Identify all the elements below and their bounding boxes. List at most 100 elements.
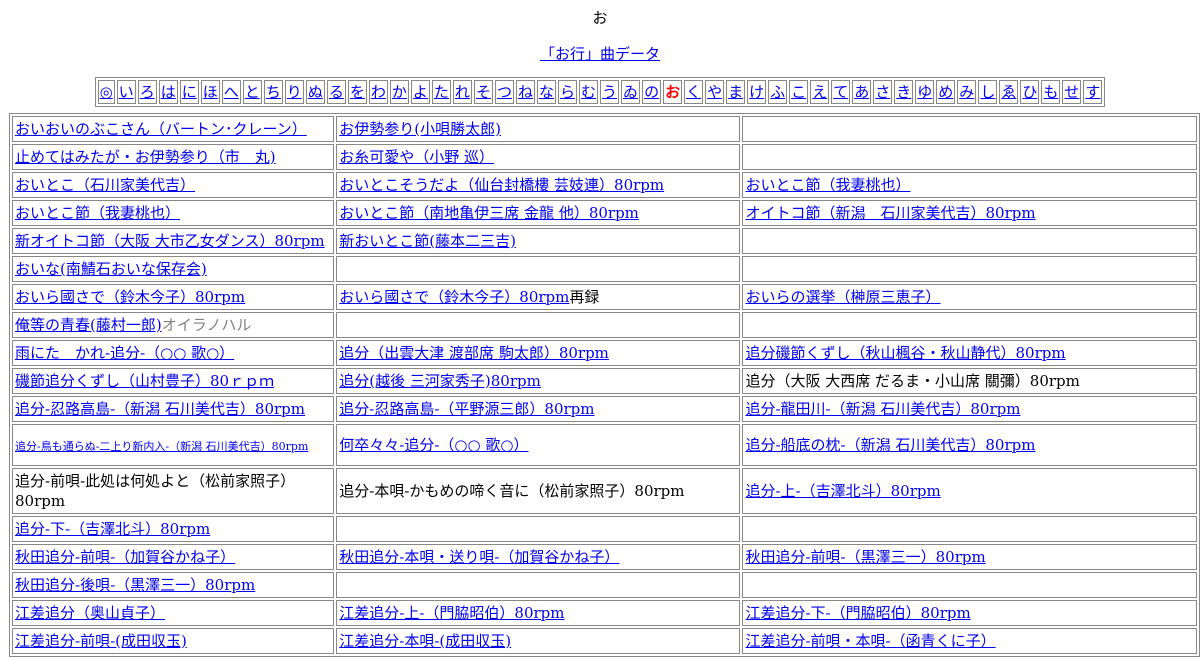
kana-nav-link[interactable]: ね [518, 83, 533, 101]
song-link[interactable]: 何卒々々-追分-（○○ 歌○） [339, 436, 528, 454]
kana-nav-link[interactable]: み [959, 83, 974, 101]
song-link[interactable]: 追分-忍路高島-（新潟 石川美代吉）80rpm [15, 400, 305, 418]
song-link[interactable]: 秋田追分-後唄-（黒澤三一）80rpm [15, 576, 255, 594]
song-link[interactable]: おいらの選挙（榊原三恵子） [745, 288, 940, 306]
song-link[interactable]: 追分-忍路高島-（平野源三郎）80rpm [339, 400, 594, 418]
kana-nav-link[interactable]: け [749, 83, 764, 101]
kana-nav-cell: む [579, 80, 599, 104]
kana-nav-link[interactable]: に [182, 83, 197, 101]
kana-nav-cell: を [347, 80, 367, 104]
song-link[interactable]: 追分-鳥も通らぬ-二上り新内入-（新潟 石川美代吉）80rpm [15, 440, 308, 453]
kana-nav-link[interactable]: そ [476, 83, 491, 101]
song-link[interactable]: 追分-龍田川-（新潟 石川美代吉）80rpm [745, 400, 1020, 418]
kana-nav-link[interactable]: ち [266, 83, 281, 101]
song-link[interactable]: 止めてはみたが・お伊勢参り（市 丸) [15, 148, 276, 166]
song-link[interactable]: 追分-船底の枕-（新潟 石川美代吉）80rpm [745, 436, 1035, 454]
song-link[interactable]: おいら國さで（鈴木今子）80rpm [339, 288, 569, 306]
kana-nav-link[interactable]: き [896, 83, 911, 101]
kana-nav-link[interactable]: つ [497, 83, 512, 101]
kana-nav-link[interactable]: よ [413, 83, 428, 101]
song-link[interactable]: 江差追分-本唄-(成田収玉) [339, 632, 511, 650]
song-link[interactable]: 追分（出雲大津 渡部席 駒太郎）80rpm [339, 344, 609, 362]
song-link[interactable]: 新おいとこ節(藤本二三吉) [339, 232, 516, 250]
kana-nav-link[interactable]: ◎ [100, 83, 113, 101]
kana-nav-link[interactable]: な [539, 83, 554, 101]
song-link[interactable]: おいとこそうだよ（仙台封橋樓 芸妓連）80rpm [339, 176, 664, 194]
song-link[interactable]: 秋田追分-本唄・送り唄-（加賀谷かね子） [339, 548, 619, 566]
kana-nav-link[interactable]: た [434, 83, 449, 101]
kana-nav-link[interactable]: や [707, 83, 722, 101]
kana-nav-link[interactable]: ろ [140, 83, 155, 101]
song-link[interactable]: 雨にた かれ-追分-（○○ 歌○） [15, 344, 234, 362]
song-link[interactable]: おいら國さで（鈴木今子）80rpm [15, 288, 245, 306]
table-cell: 磯節追分くずし（山村豊子）80ｒｐｍ [12, 368, 335, 394]
song-link[interactable]: おいとこ（石川家美代吉） [15, 176, 195, 194]
kana-nav-link[interactable]: て [833, 83, 848, 101]
song-link[interactable]: 秋田追分-前唄-（加賀谷かね子） [15, 548, 235, 566]
kana-nav-link[interactable]: へ [224, 83, 239, 101]
song-link[interactable]: 追分磯節くずし（秋山楓谷・秋山静代）80rpm [745, 344, 1065, 362]
kana-nav-link[interactable]: ゆ [917, 83, 932, 101]
kana-nav-link[interactable]: ゑ [1001, 83, 1016, 101]
song-link[interactable]: オイトコ節（新潟 石川家美代吉）80rpm [745, 204, 1035, 222]
kana-nav-link[interactable]: ゐ [623, 83, 638, 101]
kana-nav-link[interactable]: ぬ [308, 83, 323, 101]
kana-nav-link[interactable]: は [161, 83, 176, 101]
kana-nav-link[interactable]: め [938, 83, 953, 101]
song-link[interactable]: お伊勢参り(小唄勝太郎) [339, 120, 501, 138]
song-link[interactable]: 江差追分-前唄-(成田収玉) [15, 632, 187, 650]
kana-nav-link[interactable]: る [329, 83, 344, 101]
song-link[interactable]: 秋田追分-前唄-（黒澤三一）80rpm [745, 548, 985, 566]
kana-nav-link[interactable]: も [1043, 83, 1058, 101]
kana-nav-link[interactable]: を [350, 83, 365, 101]
table-cell: 追分-龍田川-（新潟 石川美代吉）80rpm [742, 396, 1197, 422]
song-link[interactable]: 俺等の青春(藤村一郎) [15, 316, 162, 334]
kana-nav-link[interactable]: あ [854, 83, 869, 101]
song-link[interactable]: 追分-下-（吉澤北斗）80rpm [15, 520, 210, 538]
kana-nav-link[interactable]: の [644, 83, 659, 101]
table-cell: 追分-船底の枕-（新潟 石川美代吉）80rpm [742, 424, 1197, 466]
kana-nav-link[interactable]: こ [791, 83, 806, 101]
song-link[interactable]: お糸可愛や（小野 巡） [339, 148, 494, 166]
table-cell: 追分(越後 三河家秀子)80rpm [336, 368, 741, 394]
kana-nav-link[interactable]: し [980, 83, 995, 101]
kana-nav-cell: え [810, 80, 830, 104]
kana-nav-link[interactable]: か [392, 83, 407, 101]
song-link[interactable]: 江差追分-上-（門脇昭伯）80rpm [339, 604, 564, 622]
kana-nav-link[interactable]: り [287, 83, 302, 101]
kana-nav-link[interactable]: ら [560, 83, 575, 101]
song-link[interactable]: おいとこ節（我妻桃也） [15, 204, 180, 222]
song-link[interactable]: 江差追分（奥山貞子） [15, 604, 165, 622]
kana-nav-link[interactable]: さ [875, 83, 890, 101]
kana-nav-link[interactable]: れ [455, 83, 470, 101]
song-link[interactable]: 磯節追分くずし（山村豊子）80ｒｐｍ [15, 372, 274, 390]
song-link[interactable]: おいとこ節（南地亀伊三席 金龍 他）80rpm [339, 204, 639, 222]
kana-nav-link[interactable]: む [581, 83, 596, 101]
song-link[interactable]: 江差追分-前唄・本唄-（函青くに子） [745, 632, 995, 650]
kana-nav-cell: ま [726, 80, 746, 104]
song-link[interactable]: おいとこ節（我妻桃也） [745, 176, 910, 194]
song-link[interactable]: 追分(越後 三河家秀子)80rpm [339, 372, 541, 390]
table-cell: 新おいとこ節(藤本二三吉) [336, 228, 741, 254]
kana-nav-link[interactable]: ほ [203, 83, 218, 101]
song-link[interactable]: おいおいのぶこさん（バートン･クレーン） [15, 120, 307, 138]
song-link[interactable]: 追分-上-（吉澤北斗）80rpm [745, 482, 940, 500]
table-cell [742, 256, 1197, 282]
kana-nav-link[interactable]: ひ [1022, 83, 1037, 101]
table-row: 追分-下-（吉澤北斗）80rpm [12, 516, 1197, 542]
kana-nav-link[interactable]: え [812, 83, 827, 101]
kana-nav-link[interactable]: と [245, 83, 260, 101]
song-link[interactable]: 江差追分-下-（門脇昭伯）80rpm [745, 604, 970, 622]
kana-nav-link[interactable]: ま [728, 83, 743, 101]
table-row: 俺等の青春(藤村一郎)オイラノハル [12, 312, 1197, 338]
kana-nav-link[interactable]: い [119, 83, 134, 101]
kana-nav-link[interactable]: う [602, 83, 617, 101]
kana-nav-link[interactable]: わ [371, 83, 386, 101]
song-link[interactable]: 新オイトコ節（大阪 大市乙女ダンス）80rpm [15, 232, 325, 250]
kana-nav-link[interactable]: せ [1064, 83, 1079, 101]
kana-nav-link[interactable]: す [1085, 83, 1100, 101]
kana-nav-link[interactable]: ふ [770, 83, 785, 101]
song-link[interactable]: おいな(南鯖石おいな保存会) [15, 260, 207, 278]
o-row-song-data-link[interactable]: 「お行」曲データ [540, 45, 660, 63]
kana-nav-link[interactable]: く [686, 83, 701, 101]
